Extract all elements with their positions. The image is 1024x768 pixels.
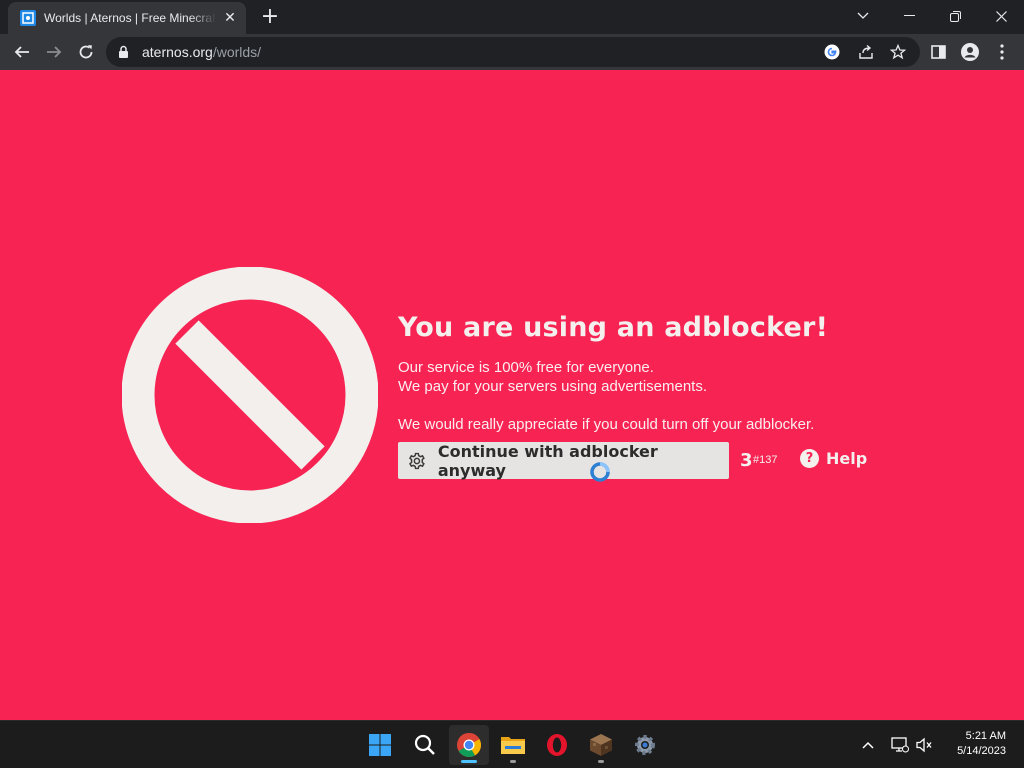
active-app-indicator (461, 760, 477, 763)
help-label: Help (826, 449, 868, 468)
forward-button[interactable] (40, 38, 68, 66)
profile-avatar-icon[interactable] (960, 42, 980, 62)
tray-overflow-chevron-icon[interactable] (858, 735, 878, 755)
windows-taskbar: 5:21 AM 5/14/2023 (0, 720, 1024, 768)
reload-icon (79, 45, 93, 59)
clock-date: 5/14/2023 (957, 745, 1006, 757)
back-arrow-icon (14, 46, 29, 58)
folder-icon (501, 737, 525, 754)
loading-cursor-icon (590, 462, 610, 482)
minecraft-block-icon (590, 734, 612, 756)
continue-button-label: Continue with adblocker anyway (437, 441, 658, 480)
url-path: /worlds/ (212, 44, 262, 60)
message-line-2: We pay for your servers using advertisem… (398, 378, 708, 395)
prohibited-icon (122, 267, 378, 523)
back-button[interactable] (8, 38, 36, 66)
chrome-icon (457, 732, 482, 758)
adblock-message: You are using an adblocker! Our service … (398, 308, 998, 480)
page-title: You are using an adblocker! (398, 312, 829, 343)
running-app-indicator (510, 760, 516, 763)
kebab-menu-icon[interactable] (992, 42, 1012, 62)
tab-search-chevron-icon[interactable] (840, 0, 886, 32)
aternos-favicon-icon (20, 10, 36, 26)
taskbar-search-button[interactable] (405, 725, 445, 765)
tab-close-icon[interactable]: ✕ (222, 10, 238, 26)
counter-id: #137 (753, 454, 778, 466)
bookmark-star-icon[interactable] (888, 42, 908, 62)
countdown-value: 3 (740, 450, 753, 471)
search-icon (414, 734, 435, 755)
taskbar-opera[interactable] (537, 725, 577, 765)
taskbar-settings[interactable] (625, 725, 665, 765)
address-bar[interactable]: aternos.org/worlds/ (106, 37, 920, 67)
network-icon[interactable] (890, 735, 910, 755)
help-link[interactable]: ? Help (800, 449, 867, 468)
side-panel-icon[interactable] (928, 42, 948, 62)
minimize-button[interactable] (886, 0, 932, 32)
adblock-notice-page: You are using an adblocker! Our service … (0, 70, 1024, 720)
new-tab-button[interactable]: + (256, 6, 284, 30)
help-question-icon: ? (800, 449, 819, 468)
message-line-1: Our service is 100% free for everyone. (398, 359, 654, 376)
url-host: aternos.org (142, 44, 213, 60)
taskbar-file-explorer[interactable] (493, 725, 533, 765)
tab-title: Worlds | Aternos | Free Minecraft Server (44, 11, 216, 25)
opera-icon (547, 734, 567, 756)
system-clock[interactable]: 5:21 AM 5/14/2023 (957, 729, 1006, 759)
url-text: aternos.org/worlds/ (142, 44, 261, 60)
restore-button[interactable] (932, 0, 978, 32)
browser-tab[interactable]: Worlds | Aternos | Free Minecraft Server… (8, 2, 246, 34)
google-lens-icon[interactable] (822, 42, 842, 62)
clock-time: 5:21 AM (965, 730, 1006, 742)
browser-tab-strip: Worlds | Aternos | Free Minecraft Server… (0, 0, 1024, 34)
lock-icon[interactable] (118, 45, 129, 59)
running-app-indicator (598, 760, 604, 763)
share-icon[interactable] (856, 42, 876, 62)
volume-muted-icon[interactable] (914, 735, 934, 755)
windows-logo-icon (369, 734, 391, 756)
start-button[interactable] (360, 725, 400, 765)
taskbar-chrome[interactable] (449, 725, 489, 765)
gear-icon (409, 452, 425, 469)
taskbar-minecraft-launcher[interactable] (581, 725, 621, 765)
action-row: Continue with adblocker anyway 3 #137 ? … (398, 442, 998, 480)
continue-with-adblocker-button[interactable]: Continue with adblocker anyway (398, 441, 729, 480)
browser-toolbar: aternos.org/worlds/ (0, 34, 1024, 70)
forward-arrow-icon (47, 46, 62, 58)
message-line-3: We would really appreciate if you could … (398, 416, 815, 433)
reload-button[interactable] (72, 38, 100, 66)
close-window-button[interactable] (978, 0, 1024, 32)
settings-gear-icon (635, 735, 655, 755)
